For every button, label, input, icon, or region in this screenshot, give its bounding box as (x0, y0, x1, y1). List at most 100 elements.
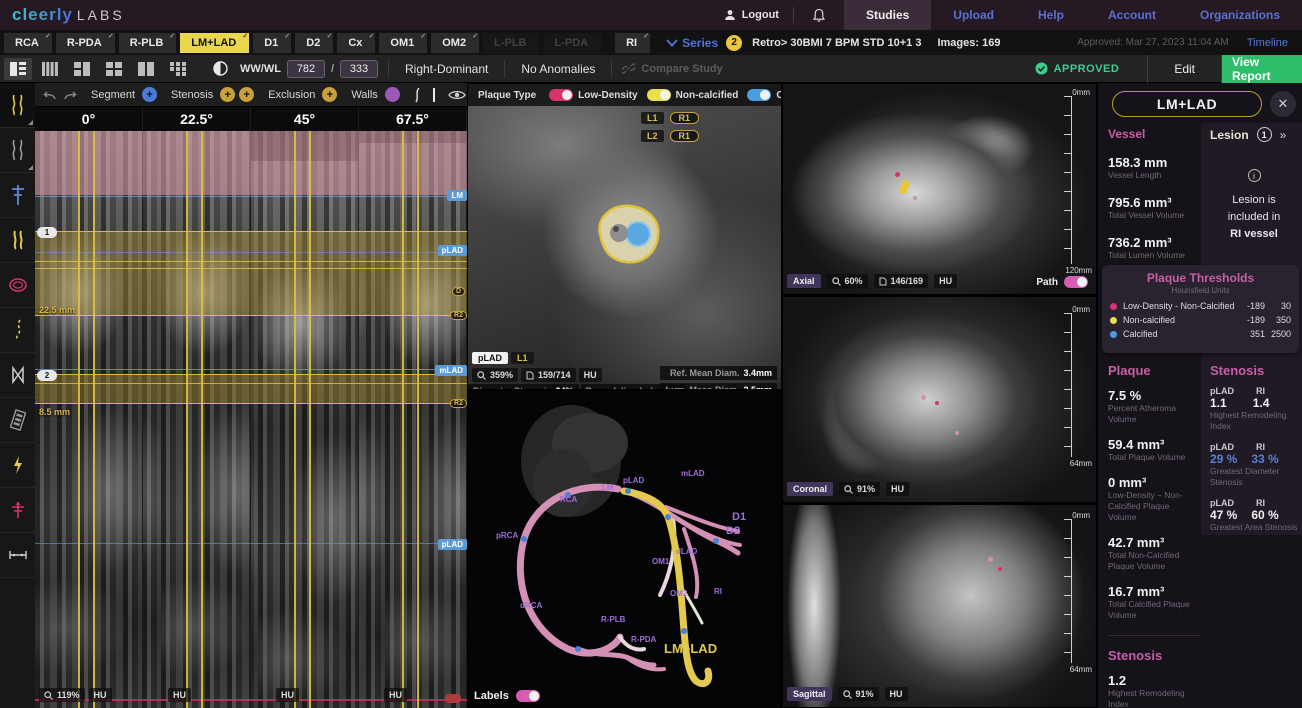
lumen-wall-tool-button[interactable] (0, 218, 35, 263)
lesion-l2-button[interactable]: L2 (641, 130, 664, 142)
vessel-label[interactable]: R-PDA (631, 635, 656, 644)
hu-indicator[interactable]: HU (579, 368, 602, 382)
add-exclusion-button[interactable]: + (322, 87, 337, 102)
series-dropdown[interactable]: Series (682, 36, 718, 50)
measure-distance-tool-button[interactable] (0, 533, 35, 578)
vessel-label[interactable]: D2 (726, 525, 740, 537)
xsec-zoom-indicator[interactable]: 359% (472, 368, 518, 382)
vessel-label[interactable]: pLAD (623, 476, 644, 485)
vessel-label[interactable]: dLAD (676, 547, 697, 556)
nav-item-upload[interactable]: Upload (931, 0, 1016, 30)
active-lesion-tag[interactable]: L1 (511, 352, 534, 364)
segment-tag-r2[interactable]: R2 (450, 311, 467, 320)
wall-line[interactable] (201, 131, 203, 708)
cross-section-view[interactable]: Plaque Type Low-Density Non-calcified Ca… (467, 83, 782, 390)
labels-toggle[interactable] (516, 690, 540, 702)
wall-line[interactable] (78, 131, 80, 708)
cmpr-multiview[interactable]: 1 2 22.5 mm 8.5 mm LM pLAD D R2 mLAD R2 … (35, 131, 467, 708)
segment-tag-mlad[interactable]: mLAD (435, 365, 467, 376)
angle-cell-3[interactable]: 67.5° (359, 107, 467, 131)
vessel-walls-alt-tool-button[interactable] (0, 128, 35, 173)
coronal-zoom-indicator[interactable]: 91% (839, 482, 880, 496)
lumen-contour[interactable] (586, 196, 670, 272)
vessel-tab-rca[interactable]: RCA✓ (4, 33, 52, 53)
lesion1-marker[interactable]: 1 (37, 227, 57, 238)
hu-indicator[interactable]: HU (885, 687, 908, 701)
window-level-icon[interactable] (206, 58, 234, 80)
layout-mosaic-button[interactable] (164, 58, 192, 80)
segment-tag-plad2[interactable]: pLAD (438, 539, 467, 550)
3d-vessel-tree-view[interactable]: pRCA RCA dRCA R-PLB R-PDA LM pLAD mLAD D… (467, 390, 782, 708)
vessel-label[interactable]: D1 (732, 511, 746, 523)
wall-line[interactable] (417, 131, 419, 708)
undo-button[interactable] (43, 89, 57, 101)
hu-indicator[interactable]: HU (276, 688, 299, 702)
nav-item-studies[interactable]: Studies (844, 0, 931, 30)
line-tool-button[interactable] (432, 87, 436, 103)
hu-indicator[interactable]: HU (168, 688, 191, 702)
vessel-tab-d1[interactable]: D1✓ (253, 33, 291, 53)
segment-tag-plad[interactable]: pLAD (438, 245, 467, 256)
vessel-label[interactable]: OM2 (670, 589, 687, 598)
sagittal-view[interactable]: 0mm 64mm Sagittal 91% HU (782, 504, 1097, 708)
logout-button[interactable]: Logout (710, 9, 793, 21)
stenosis-marker-tool-button[interactable] (0, 353, 35, 398)
notifications-button[interactable] (794, 0, 844, 30)
frame-indicator[interactable]: 159/714 (521, 368, 576, 382)
vessel-label[interactable]: pRCA (496, 531, 518, 540)
segment-tag-lm[interactable]: LM (447, 190, 467, 201)
vessel-tab-om1[interactable]: OM1✓ (379, 33, 427, 53)
nav-item-organizations[interactable]: Organizations (1178, 0, 1302, 30)
window-width-input[interactable] (287, 60, 325, 78)
axial-frame-indicator[interactable]: 146/169 (874, 274, 929, 288)
dashed-curve-tool-button[interactable] (0, 308, 35, 353)
segment-tag-r2b[interactable]: R2 (450, 399, 467, 408)
window-level-input[interactable] (340, 60, 378, 78)
wall-line[interactable] (186, 131, 188, 708)
low-density-toggle[interactable] (549, 89, 573, 101)
wall-line[interactable] (402, 131, 404, 708)
hu-indicator[interactable]: HU (89, 688, 112, 702)
edit-button[interactable]: Edit (1147, 55, 1222, 83)
vessel-label[interactable]: R-PLB (601, 615, 625, 624)
axial-zoom-indicator[interactable]: 60% (827, 274, 868, 288)
timeline-link[interactable]: Timeline (1247, 37, 1288, 49)
compare-study-button[interactable]: Compare Study (622, 62, 722, 75)
vessel-label[interactable]: RCA (560, 495, 577, 504)
chevron-down-icon[interactable] (666, 39, 678, 47)
expand-lesions-icon[interactable]: » (1280, 128, 1287, 142)
nav-item-help[interactable]: Help (1016, 0, 1086, 30)
vessel-label[interactable]: dRCA (520, 601, 542, 610)
vessel-label[interactable]: RI (714, 587, 722, 596)
layout-one-plus-list-button[interactable] (4, 58, 32, 80)
vessel-tab-d2[interactable]: D2✓ (295, 33, 333, 53)
non-calcified-toggle[interactable] (647, 89, 671, 101)
vessel-tab-r-pda[interactable]: R-PDA✓ (56, 33, 115, 53)
hu-indicator[interactable]: HU (384, 688, 407, 702)
visibility-toggle-icon[interactable] (448, 89, 466, 101)
coronal-view[interactable]: 0mm 64mm Coronal 91% HU (782, 296, 1097, 503)
vessel-walls-tool-button[interactable] (0, 83, 35, 128)
hu-indicator[interactable]: HU (886, 482, 909, 496)
vessel-tab-lm-lad[interactable]: LM+LAD✓ (180, 33, 249, 53)
lesion-l1-r1-button[interactable]: R1 (670, 112, 700, 124)
angle-cell-0[interactable]: 0° (35, 107, 143, 131)
redo-button[interactable] (63, 89, 77, 101)
lesion2-marker[interactable]: 2 (37, 370, 57, 381)
angle-cell-1[interactable]: 22.5° (143, 107, 251, 131)
vessel-label[interactable]: OM1 (652, 557, 669, 566)
cmpr-view-0deg[interactable] (35, 131, 142, 708)
axial-view[interactable]: 0mm 120mm Axial 60% 146/169 HU Path (782, 83, 1097, 295)
layout-two-pane-button[interactable] (132, 58, 160, 80)
vessel-tab-cx[interactable]: Cx✓ (337, 33, 375, 53)
close-panel-button[interactable]: ✕ (1270, 91, 1296, 117)
angle-cell-2[interactable]: 45° (251, 107, 359, 131)
add-stenosis-alt-button[interactable]: + (239, 87, 254, 102)
wall-line[interactable] (309, 131, 311, 708)
vessel-tab-om2[interactable]: OM2✓ (431, 33, 479, 53)
cmpr-view-22deg[interactable] (143, 131, 250, 708)
lesion-l1-button[interactable]: L1 (641, 112, 664, 124)
vessel-label[interactable]: mLAD (681, 469, 705, 478)
nav-item-account[interactable]: Account (1086, 0, 1178, 30)
add-segment-button[interactable]: + (142, 87, 157, 102)
